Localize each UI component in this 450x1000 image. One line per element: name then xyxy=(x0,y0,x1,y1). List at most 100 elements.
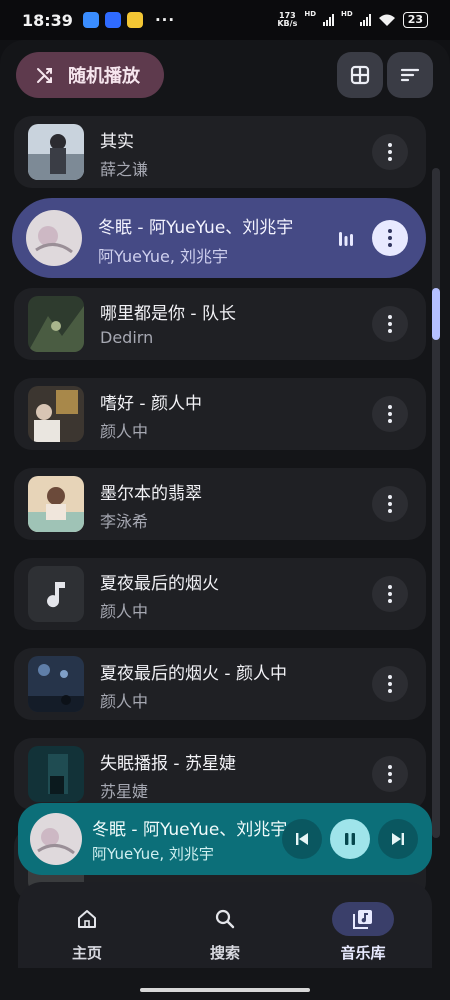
song-title: 其实 xyxy=(100,132,134,152)
shuffle-play-button[interactable]: 随机播放 xyxy=(16,52,164,98)
home-icon xyxy=(78,910,96,928)
more-options-button[interactable] xyxy=(372,576,408,612)
song-artist: 薛之谦 xyxy=(100,160,149,179)
nav-library-icon-wrap xyxy=(332,902,394,936)
sort-button[interactable] xyxy=(387,52,433,98)
more-options-button[interactable] xyxy=(372,756,408,792)
battery-indicator: 23 xyxy=(402,12,428,28)
song-artist: 颜人中 xyxy=(100,422,149,441)
song-row[interactable]: 夏夜最后的烟火 - 颜人中 颜人中 xyxy=(14,648,426,720)
wifi-icon xyxy=(378,14,395,26)
search-icon xyxy=(215,909,235,929)
song-title: 夏夜最后的烟火 - 颜人中 xyxy=(100,664,287,684)
album-cover xyxy=(28,124,84,180)
status-app-icons: ··· xyxy=(82,11,176,29)
shuffle-icon xyxy=(37,68,52,83)
hd-badge: HD xyxy=(304,10,317,18)
more-options-button[interactable] xyxy=(372,134,408,170)
mini-player[interactable]: 冬眠 - 阿YueYue、刘兆宇 阿YueYue, 刘兆宇 xyxy=(18,803,432,875)
status-indicators: 173 KB/s HD HD 23 xyxy=(277,10,428,28)
shuffle-play-label: 随机播放 xyxy=(68,66,140,87)
pause-button[interactable] xyxy=(330,819,370,859)
mini-player-artist: 阿YueYue, 刘兆宇 xyxy=(92,845,214,863)
scrollbar-thumb[interactable] xyxy=(432,288,440,340)
grid-view-button[interactable] xyxy=(337,52,383,98)
song-title: 冬眠 - 阿YueYue、刘兆宇 xyxy=(98,218,294,238)
song-row[interactable]: 哪里都是你 - 队长 Dedirn xyxy=(14,288,426,360)
more-options-button[interactable] xyxy=(372,396,408,432)
bottom-navigation: 主页 搜索 音乐库 xyxy=(18,882,432,968)
song-artist: 李泳希 xyxy=(100,512,149,531)
sort-icon xyxy=(400,68,420,82)
next-track-button[interactable] xyxy=(378,819,418,859)
home-gesture-bar[interactable] xyxy=(140,988,310,992)
more-vertical-icon xyxy=(388,405,392,423)
more-notifications-icon: ··· xyxy=(154,11,176,29)
song-row-now-playing[interactable]: 冬眠 - 阿YueYue、刘兆宇 阿YueYue, 刘兆宇 xyxy=(12,198,426,278)
music-note-icon xyxy=(47,582,65,608)
album-cover xyxy=(26,210,82,266)
grid-view-icon xyxy=(350,65,370,85)
song-artist: 颜人中 xyxy=(100,692,149,711)
song-title: 墨尔本的翡翠 xyxy=(100,484,202,504)
more-options-button[interactable] xyxy=(372,486,408,522)
more-vertical-icon xyxy=(388,495,392,513)
more-vertical-icon xyxy=(388,229,392,247)
album-cover xyxy=(28,386,84,442)
nav-library[interactable]: 音乐库 xyxy=(303,882,423,968)
top-toolbar: 随机播放 xyxy=(0,40,450,116)
network-speed: 173 KB/s xyxy=(277,12,297,28)
album-cover xyxy=(28,296,84,352)
song-artist: Dedirn xyxy=(100,328,154,347)
song-row[interactable]: 其实 薛之谦 xyxy=(14,116,426,188)
scrollbar-track[interactable] xyxy=(432,168,440,838)
song-row[interactable]: 墨尔本的翡翠 李泳希 xyxy=(14,468,426,540)
more-options-button[interactable] xyxy=(372,666,408,702)
signal-icon xyxy=(359,14,371,26)
pause-icon xyxy=(345,833,355,845)
song-title: 失眠播报 - 苏星婕 xyxy=(100,754,236,774)
hd-badge: HD xyxy=(341,10,353,18)
mini-player-cover xyxy=(30,813,82,865)
status-time: 18:39 xyxy=(22,10,73,30)
nav-home[interactable]: 主页 xyxy=(27,882,147,968)
more-vertical-icon xyxy=(388,315,392,333)
app-notification-icon xyxy=(126,12,143,28)
status-bar: 18:39 ··· 173 KB/s HD HD 23 xyxy=(0,0,450,40)
more-vertical-icon xyxy=(388,143,392,161)
skip-next-icon xyxy=(392,833,404,845)
now-playing-equalizer-icon xyxy=(339,232,353,246)
network-speed-unit: KB/s xyxy=(277,19,298,28)
song-title: 哪里都是你 - 队长 xyxy=(100,304,236,324)
song-artist: 苏星婕 xyxy=(100,782,149,801)
nav-home-icon-wrap xyxy=(56,902,118,936)
more-options-button[interactable] xyxy=(372,306,408,342)
song-title: 嗜好 - 颜人中 xyxy=(100,394,202,414)
nav-home-label: 主页 xyxy=(71,944,102,962)
mini-player-title: 冬眠 - 阿YueYue、刘兆宇 xyxy=(92,820,288,840)
song-row[interactable]: 失眠播报 - 苏星婕 苏星婕 xyxy=(14,738,426,810)
app-notification-icon xyxy=(82,12,99,28)
nav-search[interactable]: 搜索 xyxy=(165,882,285,968)
album-cover xyxy=(28,656,84,712)
more-options-button[interactable] xyxy=(372,220,408,256)
song-title: 夏夜最后的烟火 xyxy=(100,574,219,594)
album-cover xyxy=(28,476,84,532)
nav-library-label: 音乐库 xyxy=(340,944,386,962)
album-cover-placeholder xyxy=(28,566,84,622)
nav-search-label: 搜索 xyxy=(209,944,240,962)
song-artist: 颜人中 xyxy=(100,602,149,621)
app-notification-icon xyxy=(104,12,121,28)
signal-icon xyxy=(323,14,335,26)
song-artist: 阿YueYue, 刘兆宇 xyxy=(98,247,229,266)
more-vertical-icon xyxy=(388,675,392,693)
song-row[interactable]: 嗜好 - 颜人中 颜人中 xyxy=(14,378,426,450)
previous-track-button[interactable] xyxy=(282,819,322,859)
more-vertical-icon xyxy=(388,585,392,603)
song-row[interactable]: 夏夜最后的烟火 颜人中 xyxy=(14,558,426,630)
skip-previous-icon xyxy=(296,833,308,845)
music-library-icon xyxy=(353,910,372,929)
album-cover xyxy=(28,746,84,802)
nav-search-icon-wrap xyxy=(194,902,256,936)
more-vertical-icon xyxy=(388,765,392,783)
